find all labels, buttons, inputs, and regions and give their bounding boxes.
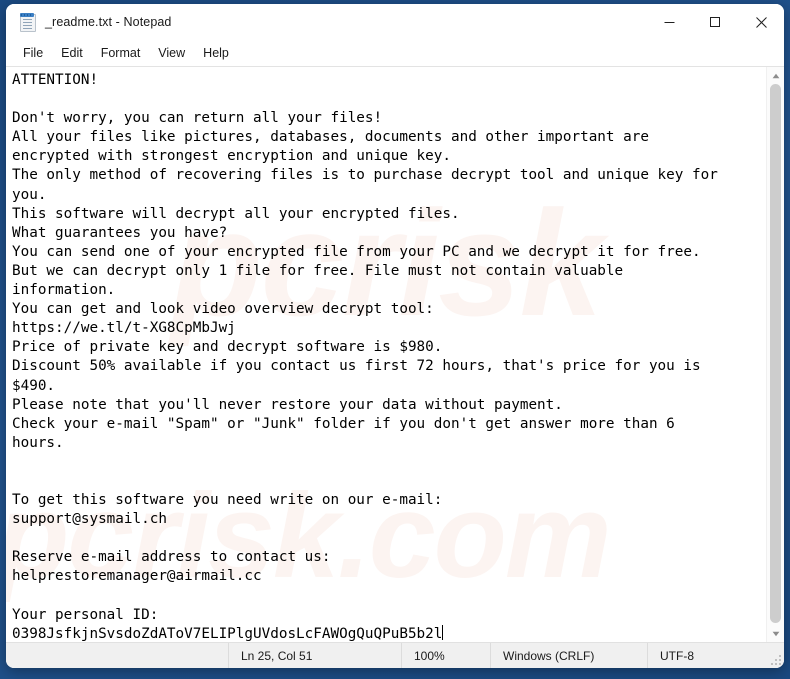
menu-item-file[interactable]: File [14, 43, 52, 63]
text-caret [442, 624, 444, 640]
maximize-button[interactable] [692, 4, 738, 40]
text-line [12, 90, 762, 109]
text-line: 0398JsfkjnSvsdoZdAToV7ELIPlgUVdosLcFAWOg… [12, 624, 444, 642]
menu-item-format[interactable]: Format [92, 43, 150, 63]
resize-grip-icon[interactable] [769, 653, 781, 665]
text-line: The only method of recovering files is t… [12, 167, 718, 184]
text-line: $490. [12, 377, 56, 394]
status-zoom-level[interactable]: 100% [402, 643, 491, 668]
text-line: You can send one of your encrypted file … [12, 243, 701, 260]
menu-item-view[interactable]: View [149, 43, 194, 63]
menu-item-help[interactable]: Help [194, 43, 238, 63]
text-editor[interactable]: ATTENTION! Don't worry, you can return a… [6, 67, 766, 642]
menu-item-edit[interactable]: Edit [52, 43, 92, 63]
text-line: What guarantees you have? [12, 224, 228, 241]
text-line: support@sysmail.ch [12, 511, 167, 528]
menu-bar: File Edit Format View Help [6, 40, 784, 67]
text-line: Please note that you'll never restore yo… [12, 396, 563, 413]
status-cursor-position[interactable]: Ln 25, Col 51 [229, 643, 402, 668]
text-line: Your personal ID: [12, 606, 159, 623]
text-line [12, 453, 762, 472]
status-spacer [6, 643, 229, 668]
text-line: Check your e-mail "Spam" or "Junk" folde… [12, 415, 675, 432]
close-button[interactable] [738, 4, 784, 40]
scrollbar-thumb[interactable] [770, 84, 781, 623]
minimize-button[interactable] [646, 4, 692, 40]
vertical-scrollbar[interactable] [766, 67, 784, 642]
text-line: you. [12, 186, 47, 203]
title-bar[interactable]: _readme.txt - Notepad [6, 4, 784, 40]
text-line [12, 587, 762, 606]
text-line: helprestoremanager@airmail.cc [12, 568, 262, 585]
scroll-up-arrow-icon[interactable] [767, 67, 784, 84]
text-line: But we can decrypt only 1 file for free.… [12, 262, 624, 279]
status-bar: Ln 25, Col 51 100% Windows (CRLF) UTF-8 [6, 642, 784, 668]
window-title: _readme.txt - Notepad [45, 15, 172, 29]
text-line: Discount 50% available if you contact us… [12, 358, 701, 375]
text-line: information. [12, 282, 116, 299]
notepad-icon [18, 13, 36, 32]
text-line: encrypted with strongest encryption and … [12, 148, 451, 165]
text-line: Price of private key and decrypt softwar… [12, 339, 443, 356]
text-line [12, 529, 762, 548]
text-line: hours. [12, 434, 64, 451]
text-line: This software will decrypt all your encr… [12, 205, 460, 222]
text-line: ATTENTION! [12, 72, 99, 88]
scroll-down-arrow-icon[interactable] [767, 625, 784, 642]
notepad-window: _readme.txt - Notepad File Edit Format V… [6, 4, 784, 668]
text-line: Don't worry, you can return all your fil… [12, 110, 383, 127]
text-line: You can get and look video overview decr… [12, 301, 434, 318]
status-line-ending[interactable]: Windows (CRLF) [491, 643, 648, 668]
text-line: https://we.tl/t-XG8CpMbJwj [12, 320, 236, 337]
status-encoding[interactable]: UTF-8 [648, 643, 772, 668]
text-line: Reserve e-mail address to contact us: [12, 549, 331, 566]
editor-area: pcrisk pcrisk.com ATTENTION! Don't worry… [6, 67, 784, 642]
window-controls [646, 4, 784, 40]
text-line: To get this software you need write on o… [12, 492, 443, 509]
text-line [12, 472, 762, 491]
text-line: All your files like pictures, databases,… [12, 129, 649, 146]
